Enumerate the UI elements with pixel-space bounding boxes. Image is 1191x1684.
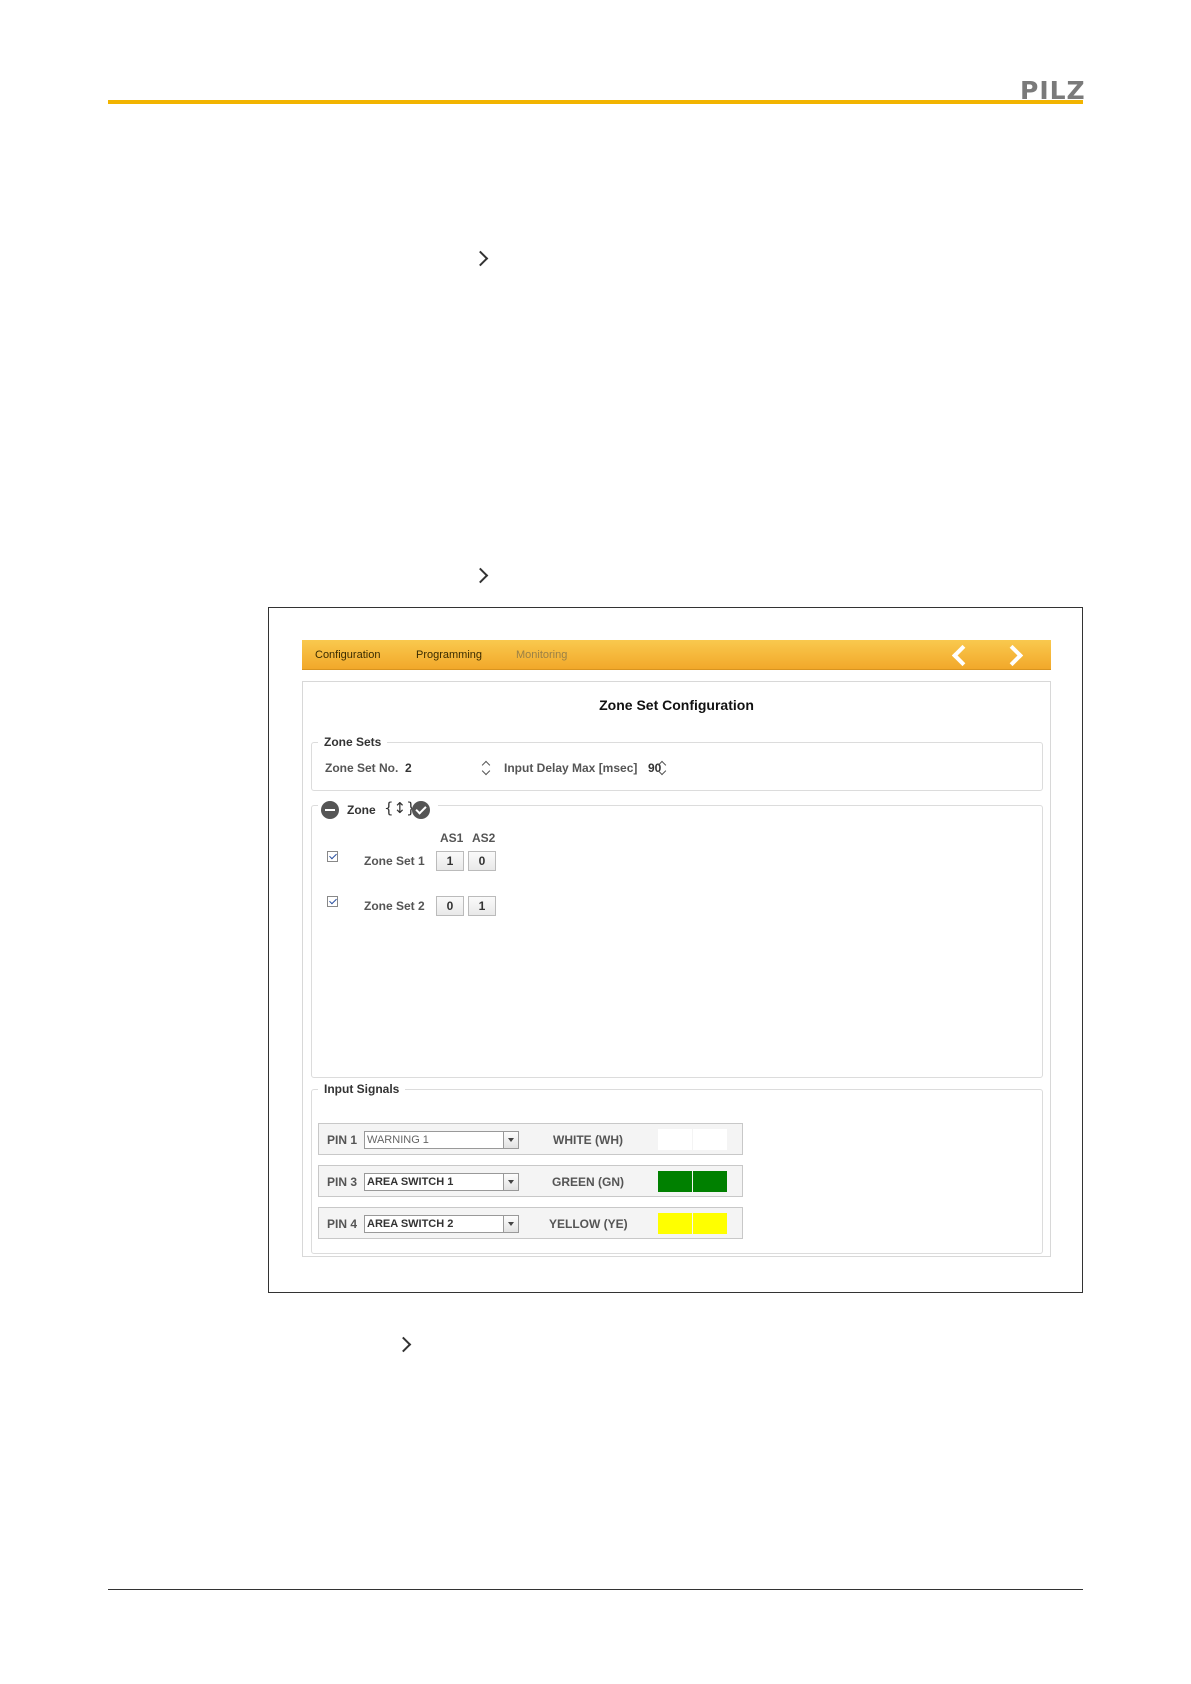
pin1-function-select[interactable]: WARNING 1 bbox=[364, 1131, 519, 1149]
pin3-function-select[interactable]: AREA SWITCH 1 bbox=[364, 1173, 519, 1191]
zone-set-1-as1-cell[interactable]: 1 bbox=[436, 851, 464, 871]
column-header-as1: AS1 bbox=[440, 831, 464, 845]
zone-legend: Zone bbox=[347, 803, 376, 817]
input-signal-row: PIN 4 AREA SWITCH 2 YELLOW (YE) bbox=[318, 1207, 743, 1239]
swap-icon[interactable]: {↕} bbox=[384, 799, 416, 817]
step-chevron-icon bbox=[395, 1336, 412, 1353]
zone-set-2-as1-cell[interactable]: 0 bbox=[436, 896, 464, 916]
chevron-down-icon[interactable] bbox=[503, 1132, 518, 1148]
zone-set-2-checkbox[interactable] bbox=[327, 896, 338, 907]
zone-set-1-checkbox[interactable] bbox=[327, 851, 338, 862]
wire-color-swatch bbox=[658, 1129, 692, 1150]
zone-sets-legend: Zone Sets bbox=[324, 735, 382, 749]
zone-group bbox=[311, 798, 1043, 1078]
column-header-as2: AS2 bbox=[472, 831, 496, 845]
zone-sets-group: Zone Sets bbox=[311, 735, 1043, 791]
input-signal-row: PIN 1 WARNING 1 WHITE (WH) bbox=[318, 1123, 743, 1155]
wire-color-label: YELLOW (YE) bbox=[549, 1217, 628, 1231]
wire-color-swatch bbox=[658, 1213, 692, 1234]
wire-color-swatch bbox=[693, 1129, 727, 1150]
pin3-function-value: AREA SWITCH 1 bbox=[367, 1176, 454, 1188]
header-rule bbox=[108, 100, 1083, 104]
pin1-function-value: WARNING 1 bbox=[367, 1134, 429, 1146]
zone-set-1-label: Zone Set 1 bbox=[364, 854, 425, 868]
chevron-down-icon[interactable] bbox=[503, 1174, 518, 1190]
tab-configuration[interactable]: Configuration bbox=[315, 649, 380, 661]
page-title: Zone Set Configuration bbox=[599, 697, 754, 713]
tab-monitoring[interactable]: Monitoring bbox=[516, 649, 567, 661]
input-delay-stepper-icon[interactable] bbox=[657, 760, 667, 776]
wire-color-label: GREEN (GN) bbox=[552, 1175, 624, 1189]
zone-set-2-label: Zone Set 2 bbox=[364, 899, 425, 913]
zone-set-1-as2-cell[interactable]: 0 bbox=[468, 851, 496, 871]
chevron-down-icon[interactable] bbox=[503, 1216, 518, 1232]
step-chevron-icon bbox=[472, 250, 489, 267]
remove-zone-icon[interactable] bbox=[321, 801, 339, 819]
confirm-zone-icon[interactable] bbox=[412, 801, 430, 819]
wire-color-label: WHITE (WH) bbox=[553, 1133, 623, 1147]
wire-color-swatch bbox=[658, 1171, 692, 1192]
zone-set-no-value[interactable]: 2 bbox=[405, 761, 412, 775]
zone-set-no-stepper-icon[interactable] bbox=[481, 760, 491, 776]
zone-set-2-as2-cell[interactable]: 1 bbox=[468, 896, 496, 916]
chevron-left-icon[interactable] bbox=[951, 644, 974, 667]
pin-label: PIN 3 bbox=[327, 1175, 358, 1189]
wire-color-swatch bbox=[693, 1213, 727, 1234]
zone-set-no-label: Zone Set No. bbox=[325, 761, 399, 775]
pin-label: PIN 1 bbox=[327, 1133, 358, 1147]
pin4-function-select[interactable]: AREA SWITCH 2 bbox=[364, 1215, 519, 1233]
footer-rule bbox=[108, 1589, 1083, 1590]
input-signals-legend: Input Signals bbox=[324, 1082, 400, 1096]
pin4-function-value: AREA SWITCH 2 bbox=[367, 1218, 454, 1230]
pin-label: PIN 4 bbox=[327, 1217, 358, 1231]
app-menu-bar: Configuration Programming Monitoring bbox=[302, 640, 1051, 670]
chevron-right-icon[interactable] bbox=[1001, 644, 1024, 667]
wire-color-swatch bbox=[693, 1171, 727, 1192]
tab-programming[interactable]: Programming bbox=[416, 649, 482, 661]
input-signal-row: PIN 3 AREA SWITCH 1 GREEN (GN) bbox=[318, 1165, 743, 1197]
step-chevron-icon bbox=[472, 567, 489, 584]
input-delay-label: Input Delay Max [msec] bbox=[504, 761, 638, 775]
